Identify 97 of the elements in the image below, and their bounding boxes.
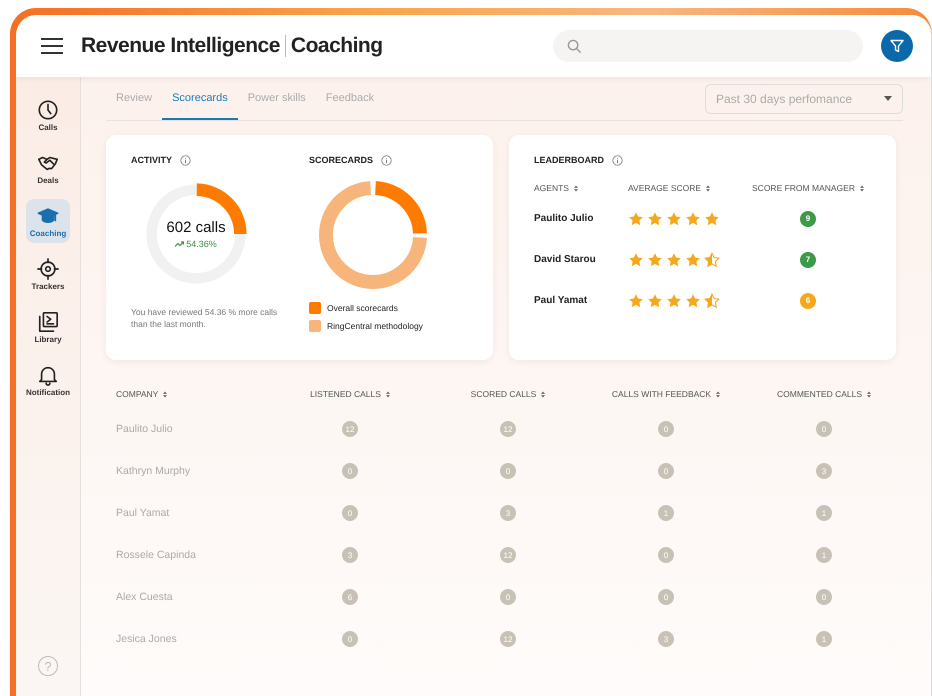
info-icon[interactable] (612, 154, 624, 166)
count-badge: 0 (500, 589, 516, 605)
search-field[interactable] (553, 30, 863, 62)
sort-icon[interactable] (163, 390, 168, 398)
sidebar-item[interactable]: Trackers (26, 252, 70, 296)
star-icon (666, 210, 682, 226)
star-icon (628, 292, 644, 308)
tab[interactable]: Scorecards (162, 77, 238, 120)
star-icon (647, 210, 663, 226)
column-header[interactable]: COMPANY (116, 389, 158, 399)
score-badge: 9 (800, 210, 816, 226)
sidebar-item[interactable]: Deals (26, 146, 70, 190)
count-badge: 6 (342, 589, 358, 605)
sidebar-item[interactable]: Library (26, 305, 70, 349)
score-badge: 6 (800, 292, 816, 308)
count-badge: 12 (500, 547, 516, 563)
sort-icon[interactable] (867, 390, 871, 398)
count-badge: 0 (342, 631, 358, 647)
sidebar-item[interactable]: Coaching (26, 199, 70, 243)
count-badge: 0 (342, 505, 358, 521)
count-badge: 0 (816, 421, 832, 437)
agent-name: Paulito Julio (534, 212, 594, 226)
activity-note: You have reviewed 54.36 % more calls than the last month. (131, 307, 278, 331)
count-badge: 1 (816, 547, 832, 563)
count-badge: 12 (342, 421, 358, 437)
card-title: ACTIVITY (131, 155, 172, 165)
count-badge: 0 (816, 589, 832, 605)
agent-name: Paul Yamat (534, 294, 588, 308)
company-name: Paul Yamat (116, 506, 170, 521)
count-badge: 3 (500, 505, 516, 521)
sort-icon[interactable] (541, 390, 546, 398)
count-badge: 3 (658, 631, 674, 647)
star-icon (666, 292, 682, 308)
sidebar-item[interactable]: Notification (26, 358, 70, 402)
legend-label: Overall scorecards (327, 303, 398, 313)
company-name: Kathryn Murphy (116, 464, 192, 479)
clock-icon (37, 98, 59, 120)
count-badge: 0 (342, 463, 358, 479)
column-header[interactable]: AGENTS (534, 183, 569, 193)
star-icon (685, 252, 701, 268)
sort-icon[interactable] (716, 390, 720, 398)
app-title: Revenue Intelligence (81, 34, 280, 58)
star-icon (647, 292, 663, 308)
star-icon (685, 292, 701, 308)
menu-icon[interactable] (41, 38, 63, 54)
column-header[interactable]: SCORED CALLS (470, 389, 536, 399)
count-badge: 1 (816, 631, 832, 647)
score-badge: 7 (800, 252, 816, 268)
filter-icon (889, 38, 905, 54)
sort-icon[interactable] (706, 184, 710, 192)
filter-button[interactable] (881, 30, 913, 62)
card-title: SCORECARDS (309, 155, 374, 165)
star-icon (628, 210, 644, 226)
count-badge: 12 (500, 631, 516, 647)
star-icon (647, 252, 663, 268)
star-icon (628, 252, 644, 268)
info-icon[interactable] (180, 154, 192, 166)
sort-icon[interactable] (574, 184, 578, 192)
sort-icon[interactable] (860, 184, 864, 192)
sort-icon[interactable] (386, 390, 390, 398)
company-name: Alex Cuesta (116, 590, 174, 605)
column-header[interactable]: LISTENED CALLS (310, 389, 381, 399)
column-header[interactable]: COMMENTED CALLS (776, 389, 862, 399)
card-title: LEADERBOARD (534, 155, 604, 165)
count-badge: 12 (500, 421, 516, 437)
count-badge: 3 (816, 463, 832, 479)
star-icon (704, 210, 720, 226)
agent-name: David Starou (534, 253, 597, 267)
section-title: Coaching (290, 34, 383, 58)
search-icon (567, 38, 582, 54)
change-percent: 54.36% (186, 239, 217, 249)
count-badge: 0 (658, 421, 674, 437)
count-badge: 0 (500, 463, 516, 479)
half-star-icon (704, 252, 720, 268)
trend-up-icon (175, 241, 184, 247)
info-icon[interactable] (381, 154, 392, 166)
star-icon (685, 210, 701, 226)
caret-icon (884, 96, 892, 101)
library-icon (37, 310, 59, 332)
sidebar-item[interactable]: Calls (26, 93, 70, 137)
star-icon (666, 252, 682, 268)
count-badge: 1 (658, 505, 674, 521)
count-badge: 1 (816, 505, 832, 521)
company-name: Jesica Jones (116, 632, 178, 647)
crosshair-icon (37, 258, 59, 280)
column-header[interactable]: SCORE FROM MANAGER (752, 183, 855, 193)
count-badge: 0 (658, 463, 674, 479)
column-header[interactable]: CALLS WITH FEEDBACK (612, 389, 712, 399)
count-badge: 3 (342, 547, 358, 563)
calls-total: 602 calls (166, 219, 226, 236)
column-header[interactable]: AVERAGE SCORE (628, 183, 702, 193)
count-badge: 0 (658, 589, 674, 605)
half-star-icon (704, 292, 720, 308)
company-name: Paulito Julio (116, 422, 174, 437)
count-badge: 0 (658, 547, 674, 563)
company-name: Rossele Capinda (116, 548, 197, 563)
legend-label: RingCentral methodology (327, 321, 423, 331)
